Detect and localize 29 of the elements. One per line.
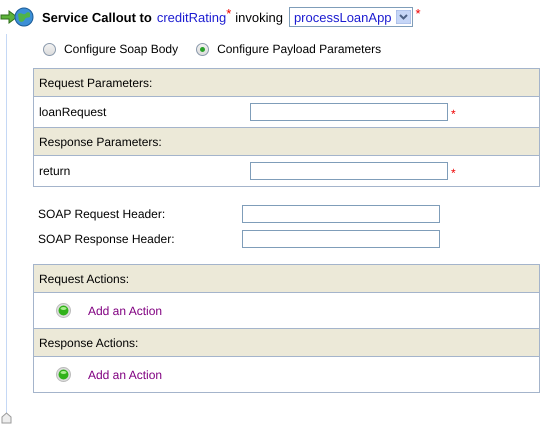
required-mark: *	[451, 107, 456, 121]
callout-title: Service Callout to	[42, 10, 152, 24]
invoking-label: invoking	[235, 10, 283, 24]
required-mark: *	[451, 166, 456, 180]
header-input[interactable]	[242, 205, 440, 223]
header-label: SOAP Response Header:	[38, 232, 176, 246]
add-action-link[interactable]: Add an Action	[88, 304, 162, 318]
section-header: Response Actions:	[34, 328, 539, 356]
caret-icon	[396, 10, 411, 24]
bullet-icon	[56, 367, 71, 382]
required-mark: *	[416, 6, 421, 21]
bullet-icon	[56, 303, 71, 318]
parameter-label: return	[39, 164, 72, 178]
mode-radio[interactable]: Configure Soap Body	[43, 42, 178, 56]
service-link[interactable]: creditRating	[156, 10, 226, 24]
marker-icon	[1, 412, 12, 424]
parameter-input[interactable]	[250, 103, 448, 121]
parameter-label: loanRequest	[39, 105, 108, 119]
section-header: Request Parameters:	[34, 69, 539, 96]
section-header: Response Parameters:	[34, 127, 539, 155]
operation-dropdown[interactable]: processLoanApp	[288, 7, 413, 27]
header-input[interactable]	[242, 230, 440, 248]
required-mark: *	[226, 6, 232, 21]
service-callout-icon	[0, 6, 34, 28]
add-action-link[interactable]: Add an Action	[88, 368, 162, 382]
header-label: SOAP Request Header:	[38, 207, 166, 221]
section-header: Request Actions:	[34, 265, 539, 292]
parameter-input[interactable]	[250, 162, 448, 180]
mode-radio[interactable]: Configure Payload Parameters	[196, 42, 382, 56]
